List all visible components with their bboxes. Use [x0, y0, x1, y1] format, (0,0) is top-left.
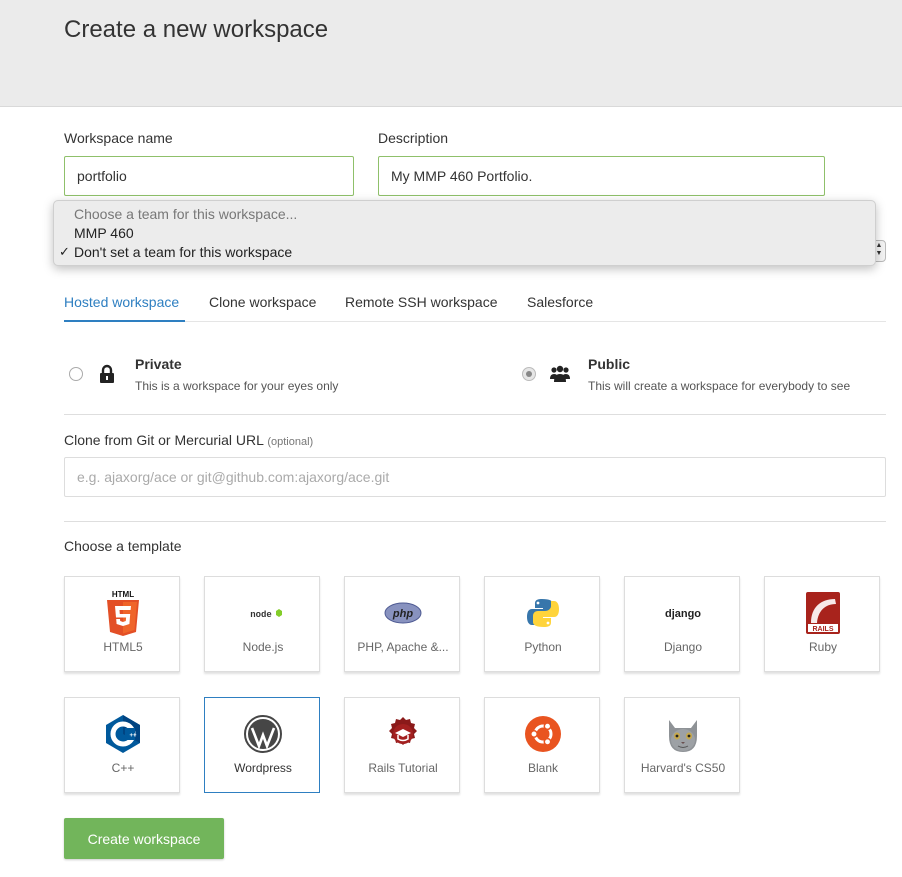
public-title: Public: [588, 356, 631, 372]
svg-text:++: ++: [129, 733, 137, 739]
workspace-name-label: Workspace name: [64, 130, 173, 146]
divider: [64, 521, 886, 522]
rails-tutorial-icon: [383, 710, 423, 758]
svg-text:php: php: [392, 608, 413, 620]
private-description: This is a workspace for your eyes only: [135, 379, 339, 393]
choose-template-label: Choose a template: [64, 538, 182, 554]
divider: [64, 414, 886, 415]
template-django[interactable]: django Django: [624, 576, 740, 672]
python-icon: [523, 589, 563, 637]
tab-remote-ssh-workspace[interactable]: Remote SSH workspace: [345, 294, 498, 322]
private-title: Private: [135, 356, 182, 372]
tab-hosted-workspace[interactable]: Hosted workspace: [64, 294, 185, 322]
template-html5[interactable]: HTML HTML5: [64, 576, 180, 672]
team-option-placeholder: Choose a team for this workspace...: [74, 206, 298, 222]
create-workspace-button[interactable]: Create workspace: [64, 818, 224, 859]
team-option-no-team[interactable]: Don't set a team for this workspace: [74, 244, 292, 260]
html5-icon: HTML: [103, 589, 143, 637]
private-radio[interactable]: [69, 367, 83, 381]
template-name: Django: [663, 640, 703, 654]
rails-icon: RAILS: [803, 589, 843, 637]
template-rails-tutorial[interactable]: Rails Tutorial: [344, 697, 460, 793]
description-label: Description: [378, 130, 449, 146]
django-icon: django: [663, 589, 703, 637]
svg-text:django: django: [665, 608, 701, 620]
checkmark-icon: ✓: [59, 244, 70, 259]
template-php[interactable]: php PHP, Apache &...: [344, 576, 460, 672]
template-python[interactable]: Python: [484, 576, 600, 672]
workspace-type-tabs: Hosted workspace Clone workspace Remote …: [64, 290, 886, 322]
cat-icon: [663, 710, 703, 758]
template-name: Harvard's CS50: [640, 761, 726, 775]
tab-clone-workspace[interactable]: Clone workspace: [209, 294, 316, 322]
cpp-icon: ++: [103, 710, 143, 758]
public-radio[interactable]: [522, 367, 536, 381]
template-wordpress[interactable]: Wordpress: [204, 697, 320, 793]
svg-text:node: node: [250, 610, 272, 620]
workspace-name-input[interactable]: portfolio: [64, 156, 354, 196]
template-name: Wordpress: [234, 761, 292, 775]
page-header: Create a new workspace: [0, 0, 902, 107]
team-option-mmp460[interactable]: MMP 460: [74, 225, 134, 241]
lock-icon: [98, 364, 116, 384]
optional-hint: (optional): [267, 436, 314, 448]
template-blank[interactable]: Blank: [484, 697, 600, 793]
svg-text:RAILS: RAILS: [813, 626, 834, 633]
ubuntu-icon: [523, 710, 563, 758]
template-name: Ruby: [808, 640, 837, 654]
template-cs50[interactable]: Harvard's CS50: [624, 697, 740, 793]
template-cpp[interactable]: ++ C++: [64, 697, 180, 793]
clone-url-input[interactable]: [64, 457, 886, 497]
template-name: C++: [111, 761, 135, 775]
template-name: PHP, Apache &...: [357, 640, 449, 654]
php-icon: php: [383, 589, 423, 637]
wordpress-icon: [243, 710, 283, 758]
public-description: This will create a workspace for everybo…: [588, 379, 851, 393]
template-name: Rails Tutorial: [368, 761, 438, 775]
html5-logo-text: HTML: [112, 590, 134, 599]
template-name: Node.js: [242, 640, 284, 654]
tab-salesforce[interactable]: Salesforce: [527, 294, 593, 322]
template-ruby[interactable]: RAILS Ruby: [764, 576, 880, 672]
users-icon: [549, 364, 571, 384]
team-dropdown-menu[interactable]: Choose a team for this workspace... MMP …: [53, 200, 876, 266]
template-name: Blank: [527, 761, 559, 775]
template-name: Python: [524, 640, 562, 654]
clone-url-label-text: Clone from Git or Mercurial URL: [64, 432, 264, 448]
clone-url-label: Clone from Git or Mercurial URL (optiona…: [64, 432, 313, 448]
template-name: HTML5: [103, 640, 143, 654]
page-title: Create a new workspace: [64, 16, 329, 43]
nodejs-icon: node: [243, 589, 283, 637]
template-nodejs[interactable]: node Node.js: [204, 576, 320, 672]
description-input[interactable]: My MMP 460 Portfolio.: [378, 156, 825, 196]
